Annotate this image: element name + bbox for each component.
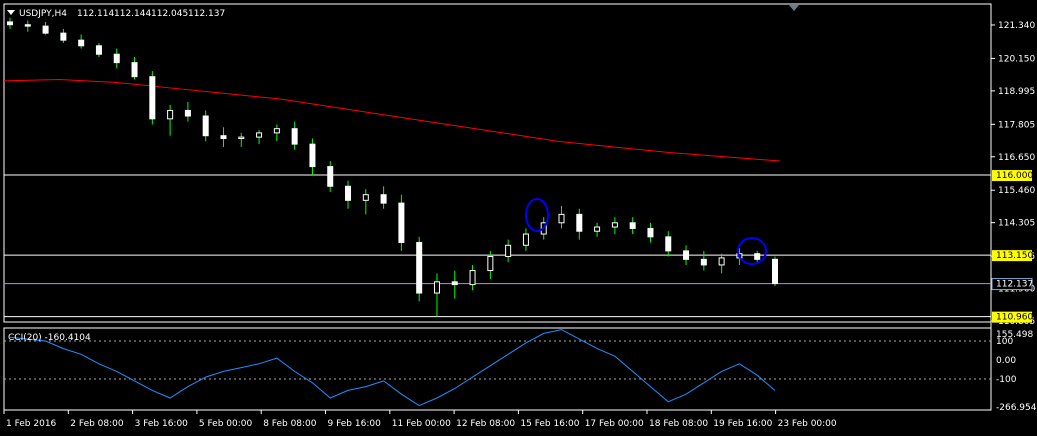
time-label: 12 Feb 08:00 (456, 419, 515, 429)
cci-axis-label: 100 (996, 337, 1013, 347)
cci-axis-label: -266.9549 (996, 403, 1037, 413)
candle-body (754, 253, 761, 260)
moving-average-line (3, 79, 781, 162)
ohlc-open: 112.114 (77, 9, 114, 19)
candle-body (700, 258, 707, 266)
candle-body (772, 258, 778, 285)
candle-body (309, 143, 316, 168)
candle-body (380, 194, 387, 204)
candle-body (273, 128, 280, 134)
time-label: 5 Feb 00:00 (199, 419, 253, 429)
price-label: 121.340 (998, 21, 1035, 31)
candle-body (594, 226, 601, 232)
chart-canvas[interactable]: 121.340 120.150 118.995 117.805 116.650 115.4… (0, 0, 1037, 436)
candle-body (558, 213, 565, 224)
candle-body (345, 185, 352, 201)
candle-body (718, 257, 725, 266)
time-label: 3 Feb 16:00 (135, 419, 189, 429)
candle-body (522, 233, 529, 246)
hline-tag-label: 113.150 (996, 251, 1033, 261)
price-series (3, 17, 991, 318)
candle-body (683, 250, 690, 260)
cci-axis-label: 0.00 (996, 356, 1016, 366)
main-pane-frame (3, 3, 992, 323)
candle-body (451, 281, 458, 286)
time-label: 2 Feb 08:00 (70, 419, 124, 429)
bid-tag-label: 112.137 (996, 280, 1033, 290)
ohlc-close: 112.137 (188, 9, 225, 19)
candle-body (7, 21, 13, 26)
time-label: 19 Feb 16:00 (713, 419, 772, 429)
hline-tag-label: 110.960 (996, 313, 1033, 323)
candle-body (487, 256, 494, 272)
chart-window[interactable]: 121.340 120.150 118.995 117.805 116.650 115.4… (0, 0, 1037, 436)
time-label: 23 Feb 00:00 (778, 419, 837, 429)
scroll-marker-icon[interactable] (789, 5, 799, 11)
candle-body (362, 194, 369, 201)
candle-body (256, 132, 263, 138)
highlight-circle (737, 237, 767, 265)
candle-body (327, 166, 334, 187)
time-label: 1 Feb 2016 (6, 419, 57, 429)
candle-body (629, 222, 636, 229)
candle-body (24, 24, 31, 27)
candle-body (42, 25, 49, 34)
price-label: 117.805 (998, 120, 1035, 130)
cci-axis-label: -100 (996, 375, 1017, 385)
time-label: 11 Feb 00:00 (392, 419, 451, 429)
candle-body (665, 236, 672, 252)
price-label: 114.305 (998, 219, 1035, 229)
candle-body (291, 128, 298, 145)
cci-axis: 155.4981000.00-100-266.9549 (996, 330, 1037, 413)
ohlc-low: 112.045 (151, 9, 188, 19)
candle-body (184, 109, 191, 117)
symbol-dropdown-icon[interactable] (7, 10, 15, 15)
candle-body (131, 62, 138, 78)
candle-body (113, 53, 120, 64)
indicator-pane-frame (3, 327, 992, 411)
time-label: 18 Feb 08:00 (649, 419, 708, 429)
candle-body (398, 202, 405, 243)
ohlc-high: 112.144 (114, 9, 151, 19)
symbol-label: USDJPY,H4 (19, 9, 67, 19)
candle-body (576, 213, 583, 232)
candle-body (416, 241, 423, 294)
candle-body (238, 136, 245, 140)
candle-body (469, 270, 476, 286)
candle-body (647, 227, 654, 238)
candle-body (78, 39, 85, 47)
time-label: 17 Feb 00:00 (585, 419, 644, 429)
price-label: 115.460 (998, 186, 1035, 196)
time-label: 9 Feb 16:00 (328, 419, 382, 429)
time-label: 8 Feb 08:00 (263, 419, 317, 429)
indicator-label: CCI(20) -160.4104 (8, 333, 91, 343)
candle-body (60, 32, 67, 41)
candle-body (95, 45, 102, 55)
candle-body (149, 76, 156, 120)
candle-body (202, 115, 209, 137)
price-axis: 121.340 120.150 118.995 117.805 116.650 115.4… (991, 21, 1035, 327)
price-label: 118.995 (998, 87, 1035, 97)
cci-series (4, 329, 991, 407)
candle-body (220, 135, 227, 140)
hline-tag-label: 116.000 (996, 171, 1033, 181)
highlight-circle (525, 198, 549, 232)
candle-body (433, 281, 440, 294)
price-label: 120.150 (998, 54, 1035, 64)
time-axis: 1 Feb 2016 2 Feb 08:00 3 Feb 16:00 5 Feb 00… (3, 410, 837, 429)
candle-body (611, 222, 618, 228)
price-label: 116.650 (998, 153, 1035, 163)
candle-body (505, 244, 512, 258)
time-label: 15 Feb 16:00 (520, 419, 579, 429)
candle-body (167, 109, 174, 120)
